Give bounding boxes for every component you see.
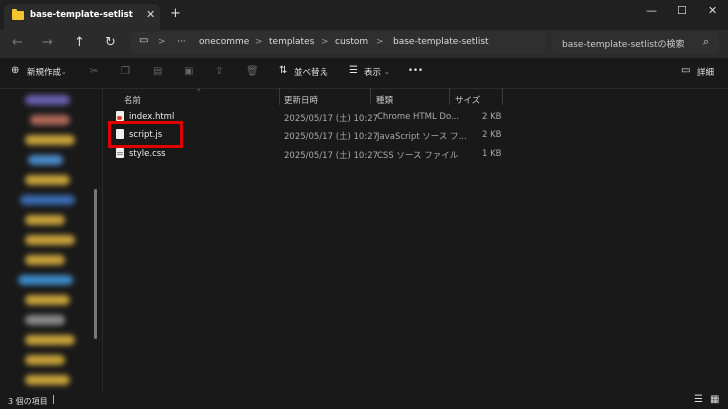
folder-icon [12, 9, 24, 20]
close-tab-icon[interactable]: ✕ [146, 8, 155, 21]
breadcrumb-custom[interactable]: custom [335, 37, 368, 47]
breadcrumb-base-template-setlist[interactable]: base-template-setlist [393, 37, 489, 47]
file-date: 2025/05/17 (土) 10:27 [284, 132, 379, 142]
new-tab-icon[interactable]: + [170, 7, 181, 20]
sidebar-item[interactable] [25, 235, 75, 245]
view-button[interactable]: 表示 [364, 66, 381, 78]
refresh-icon[interactable]: ↻ [105, 36, 116, 50]
back-icon[interactable]: ← [12, 36, 23, 50]
file-type: Chrome HTML Do... [377, 112, 460, 122]
view-icon[interactable]: ☰ [349, 65, 358, 76]
copy-icon[interactable]: ❐ [121, 66, 130, 77]
chevron-down-icon[interactable]: ⌄ [61, 68, 67, 76]
sidebar-item[interactable] [20, 195, 75, 205]
sort-indicator-icon: ⌃ [196, 88, 202, 96]
highlight-box [108, 121, 183, 148]
sidebar-item[interactable] [30, 115, 70, 125]
sidebar-scrollbar[interactable] [94, 189, 97, 339]
explorer-window: base-template-setlist ✕ + — ☐ ✕ ← → ↑ ↻ … [0, 0, 728, 409]
column-divider[interactable] [370, 88, 371, 105]
rename-icon[interactable]: ▣ [184, 66, 193, 77]
forward-icon[interactable]: → [42, 36, 53, 50]
more-button[interactable]: ••• [408, 66, 423, 76]
sidebar-item[interactable] [18, 275, 73, 285]
maximize-icon[interactable]: ☐ [677, 4, 687, 17]
sidebar-item[interactable] [25, 355, 65, 365]
details-view-icon[interactable]: ☰ [694, 394, 703, 405]
share-icon[interactable]: ⇪ [215, 66, 223, 77]
column-header-size[interactable]: サイズ [455, 94, 480, 106]
breadcrumb-onecomme[interactable]: onecomme [199, 37, 249, 47]
breadcrumb-separator: > [376, 37, 384, 47]
file-type: CSS ソース ファイル [377, 151, 459, 161]
sidebar-item[interactable] [25, 255, 65, 265]
column-header-type[interactable]: 種類 [376, 94, 393, 106]
sidebar-item[interactable] [25, 95, 70, 105]
breadcrumb-separator: > [255, 37, 263, 47]
title-bar: base-template-setlist ✕ + — ☐ ✕ [0, 0, 728, 30]
tab-title: base-template-setlist [30, 10, 133, 20]
file-size: 2 KB [482, 130, 502, 140]
sort-icon[interactable]: ⇅ [279, 65, 287, 76]
search-icon[interactable]: ⌕ [703, 35, 709, 49]
details-pane-icon[interactable]: ▭ [681, 65, 690, 76]
breadcrumb-separator: > [158, 37, 166, 47]
sidebar-item[interactable] [25, 135, 75, 145]
sidebar-item[interactable] [25, 315, 65, 325]
file-type: JavaScript ソース フ... [377, 132, 467, 142]
minimize-icon[interactable]: — [646, 4, 657, 17]
breadcrumb-overflow[interactable]: ··· [177, 37, 186, 47]
sidebar-item[interactable] [25, 295, 70, 305]
file-date: 2025/05/17 (土) 10:27 [284, 114, 379, 124]
cut-icon[interactable]: ✂ [90, 66, 98, 77]
up-icon[interactable]: ↑ [74, 36, 85, 50]
file-date: 2025/05/17 (土) 10:27 [284, 151, 379, 161]
item-count: 3 個の項目 [8, 397, 48, 406]
file-name[interactable]: style.css [129, 149, 166, 159]
new-icon[interactable]: ⊕ [11, 65, 19, 76]
breadcrumb-templates[interactable]: templates [269, 37, 314, 47]
sidebar-item[interactable] [25, 375, 70, 385]
tab-base-template-setlist[interactable]: base-template-setlist ✕ [4, 4, 160, 30]
close-window-icon[interactable]: ✕ [708, 4, 717, 17]
sidebar-item[interactable] [25, 335, 75, 345]
column-divider[interactable] [449, 88, 450, 105]
address-bar[interactable]: ▭ > ··· onecomme > templates > custom > … [131, 32, 546, 54]
css-file-icon [116, 148, 124, 158]
sidebar-item[interactable] [25, 215, 65, 225]
status-divider: | [52, 395, 56, 405]
status-bar: 3 個の項目 | ☰ ▦ [0, 392, 728, 409]
new-button[interactable]: 新規作成 [27, 66, 61, 78]
delete-icon[interactable]: 🗑 [246, 66, 259, 77]
search-input[interactable]: base-template-setlistの検索 ⌕ [552, 32, 719, 54]
chevron-down-icon[interactable]: ⌄ [323, 68, 329, 76]
file-size: 1 KB [482, 149, 502, 159]
tiles-view-icon[interactable]: ▦ [710, 394, 719, 405]
details-button[interactable]: 詳細 [697, 66, 714, 78]
sidebar-item[interactable] [28, 155, 63, 165]
column-header-date[interactable]: 更新日時 [284, 94, 318, 106]
column-divider[interactable] [279, 88, 280, 105]
column-divider[interactable] [502, 88, 503, 105]
html-file-icon [116, 111, 124, 121]
breadcrumb-separator: > [321, 37, 329, 47]
navigation-bar: ← → ↑ ↻ ▭ > ··· onecomme > templates > c… [0, 30, 728, 58]
column-header-name[interactable]: 名前 [124, 94, 141, 106]
command-bar: ⊕ 新規作成 ⌄ ✂ ❐ ▤ ▣ ⇪ 🗑 ⇅ 並べ替え ⌄ ☰ 表示 ⌄ •••… [0, 58, 728, 89]
file-size: 2 KB [482, 112, 502, 122]
sidebar-item[interactable] [25, 175, 70, 185]
navigation-pane[interactable] [0, 89, 103, 392]
computer-icon: ▭ [139, 35, 149, 46]
paste-icon[interactable]: ▤ [153, 66, 162, 77]
chevron-down-icon[interactable]: ⌄ [384, 68, 390, 76]
search-placeholder: base-template-setlistの検索 [562, 40, 685, 50]
